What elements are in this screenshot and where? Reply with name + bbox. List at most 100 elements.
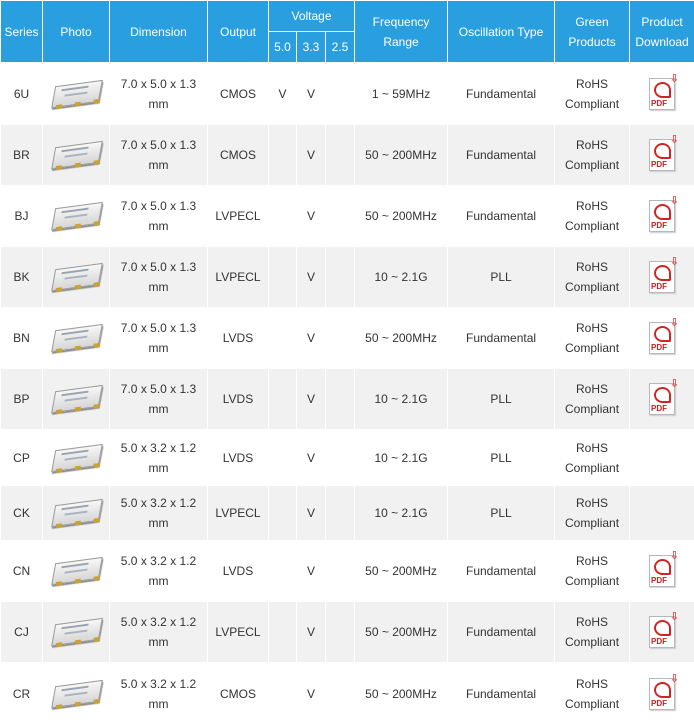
pdf-download-icon[interactable]: ⇩PDF xyxy=(649,261,675,293)
cell-oscillation-type: PLL xyxy=(448,430,555,486)
header-frequency-range: Frequency Range xyxy=(355,1,448,63)
cell-product-download[interactable]: ⇩ PDF xyxy=(630,308,694,369)
table-row: CK5.0 x 3.2 x 1.2mmLVPECLV10 ~ 2.1GPLLRo… xyxy=(1,486,694,541)
cell-product-download[interactable]: ⇩ PDF xyxy=(630,63,694,125)
cell-oscillation-type: Fundamental xyxy=(448,125,555,186)
acrobat-swirl-icon xyxy=(654,82,671,98)
cell-output: LVDS xyxy=(208,308,269,369)
pdf-label: PDF xyxy=(651,160,667,169)
pdf-download-icon[interactable]: ⇩PDF xyxy=(649,139,675,171)
cell-oscillation-type: Fundamental xyxy=(448,186,555,247)
cell-product-download[interactable]: ⇩PDF xyxy=(630,541,694,602)
dimension-size: 7.0 x 5.0 x 1.3 xyxy=(110,74,207,94)
green-compliant: Compliant xyxy=(555,632,629,652)
header-green-products: Green Products xyxy=(555,1,630,63)
dimension-size: 7.0 x 5.0 x 1.3 xyxy=(110,257,207,277)
cell-green-products: RoHSCompliant xyxy=(555,63,630,125)
pdf-download-icon[interactable]: ⇩PDF xyxy=(649,616,675,648)
green-rohs: RoHS xyxy=(555,196,629,216)
pdf-label: PDF xyxy=(651,637,667,646)
cell-green-products: RoHSCompliant xyxy=(555,369,630,430)
cell-green-products: RoHSCompliant xyxy=(555,602,630,663)
cell-series: BN xyxy=(1,308,43,369)
acrobat-swirl-icon xyxy=(654,387,671,403)
cell-photo xyxy=(43,186,110,247)
download-arrow-icon: ⇩ xyxy=(670,74,679,85)
table-row: 6U7.0 x 5.0 x 1.3mmCMOSVV1 ~ 59MHzFundam… xyxy=(1,63,694,125)
pdf-download-icon[interactable]: ⇩PDF xyxy=(649,383,675,415)
header-green-line2: Products xyxy=(555,32,629,52)
download-arrow-icon: ⇩ xyxy=(670,379,679,390)
cell-green-products: RoHSCompliant xyxy=(555,430,630,486)
cell-frequency: 50 ~ 200MHz xyxy=(355,186,448,247)
dimension-size: 7.0 x 5.0 x 1.3 xyxy=(110,196,207,216)
pdf-label: PDF xyxy=(651,221,667,230)
download-arrow-icon: ⇩ xyxy=(670,318,679,329)
table-row: CJ5.0 x 3.2 x 1.2mmLVPECLV50 ~ 200MHzFun… xyxy=(1,602,694,663)
cell-green-products: RoHSCompliant xyxy=(555,486,630,541)
cell-series: BK xyxy=(1,247,43,308)
cell-dimension: 7.0 x 5.0 x 1.3mm xyxy=(110,308,208,369)
green-rohs: RoHS xyxy=(555,551,629,571)
cell-product-download[interactable]: ⇩PDF xyxy=(630,663,694,725)
cell-oscillation-type: Fundamental xyxy=(448,308,555,369)
cell-photo xyxy=(43,63,110,125)
cell-product-download[interactable]: ⇩PDF xyxy=(630,125,694,186)
cell-voltage-5v0 xyxy=(269,486,297,541)
cell-product-download[interactable]: ⇩PDF xyxy=(630,602,694,663)
cell-green-products: RoHSCompliant xyxy=(555,663,630,725)
cell-photo xyxy=(43,541,110,602)
cell-frequency: 10 ~ 2.1G xyxy=(355,369,448,430)
pdf-download-icon[interactable]: ⇩PDF xyxy=(649,678,675,710)
cell-voltage-3v3: V xyxy=(297,186,326,247)
pdf-download-icon[interactable]: ⇩PDF xyxy=(649,322,675,354)
dimension-unit: mm xyxy=(110,216,207,236)
dimension-unit: mm xyxy=(110,632,207,652)
cell-voltage-2v5 xyxy=(326,247,355,308)
acrobat-swirl-icon xyxy=(654,265,671,281)
pdf-label: PDF xyxy=(651,99,667,108)
green-rohs: RoHS xyxy=(555,674,629,694)
cell-frequency: 10 ~ 2.1G xyxy=(355,430,448,486)
oscillator-chip-image xyxy=(50,617,102,647)
header-photo: Photo xyxy=(43,1,110,63)
pdf-label: PDF xyxy=(651,343,667,352)
dimension-unit: mm xyxy=(110,277,207,297)
dimension-unit: mm xyxy=(110,155,207,175)
pdf-download-icon[interactable]: ⇩PDF xyxy=(649,78,675,110)
cell-frequency: 50 ~ 200MHz xyxy=(355,125,448,186)
dimension-unit: mm xyxy=(110,694,207,714)
cell-oscillation-type: Fundamental xyxy=(448,541,555,602)
pdf-label: PDF xyxy=(651,699,667,708)
cell-dimension: 7.0 x 5.0 x 1.3mm xyxy=(110,369,208,430)
header-output: Output xyxy=(208,1,269,63)
pdf-download-icon[interactable]: ⇩PDF xyxy=(649,555,675,587)
cell-voltage-3v3: V xyxy=(297,430,326,486)
green-rohs: RoHS xyxy=(555,612,629,632)
cell-voltage-2v5 xyxy=(326,430,355,486)
cell-voltage-5v0 xyxy=(269,308,297,369)
cell-series: CJ xyxy=(1,602,43,663)
header-voltage: Voltage xyxy=(269,1,355,32)
cell-product-download[interactable]: ⇩PDF xyxy=(630,186,694,247)
cell-product-download[interactable]: ⇩PDF xyxy=(630,247,694,308)
cell-product-download[interactable]: ⇩ PDF xyxy=(630,369,694,430)
dimension-unit: mm xyxy=(110,94,207,114)
pdf-download-icon[interactable]: ⇩PDF xyxy=(649,200,675,232)
dimension-unit: mm xyxy=(110,458,207,478)
cell-dimension: 5.0 x 3.2 x 1.2mm xyxy=(110,602,208,663)
cell-green-products: RoHSCompliant xyxy=(555,186,630,247)
cell-frequency: 1 ~ 59MHz xyxy=(355,63,448,125)
table-row: BP7.0 x 5.0 x 1.3mmLVDSV10 ~ 2.1GPLLRoHS… xyxy=(1,369,694,430)
pdf-label: PDF xyxy=(651,576,667,585)
header-voltage-3v3: 3.3 xyxy=(297,32,326,63)
oscillator-chip-image xyxy=(50,323,102,353)
dimension-size: 5.0 x 3.2 x 1.2 xyxy=(110,493,207,513)
cell-voltage-2v5 xyxy=(326,663,355,725)
cell-green-products: RoHSCompliant xyxy=(555,541,630,602)
cell-voltage-3v3: V xyxy=(297,602,326,663)
pdf-label: PDF xyxy=(651,404,667,413)
cell-oscillation-type: Fundamental xyxy=(448,63,555,125)
cell-voltage-5v0 xyxy=(269,663,297,725)
green-rohs: RoHS xyxy=(555,318,629,338)
